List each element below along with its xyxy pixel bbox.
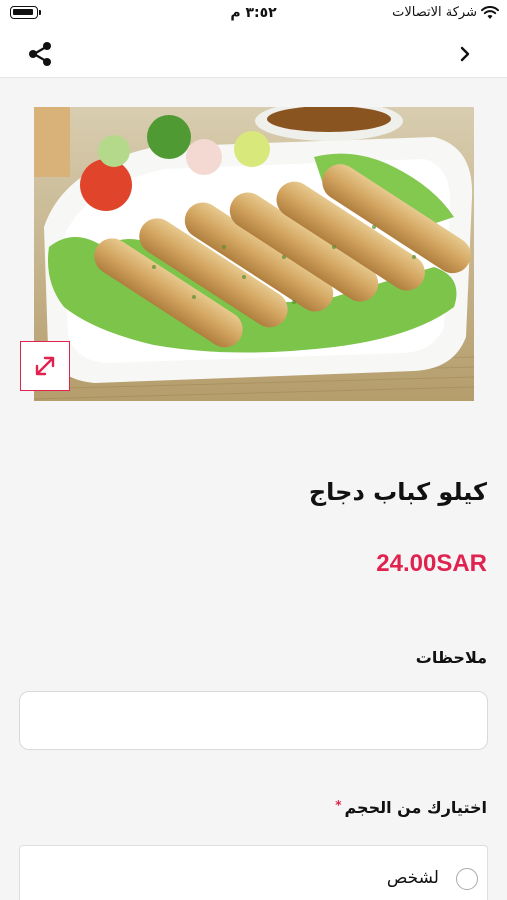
share-icon (29, 42, 51, 66)
carrier-info: شركة الاتصالات (392, 5, 499, 20)
status-bar: ٣:٥٢ م شركة الاتصالات (0, 0, 507, 28)
nav-bar (0, 28, 507, 78)
carrier-name: شركة الاتصالات (392, 5, 477, 20)
notes-input[interactable] (19, 691, 488, 750)
wifi-icon (481, 5, 499, 19)
kebab-platter-illustration (34, 107, 474, 401)
expand-icon (35, 356, 55, 376)
expand-image-button[interactable] (20, 341, 70, 391)
size-option-person[interactable]: لشخص (19, 845, 488, 900)
radio-button[interactable] (456, 868, 478, 890)
share-button[interactable] (26, 40, 54, 68)
required-marker: * (335, 798, 342, 812)
back-button[interactable] (455, 42, 475, 66)
product-image[interactable] (34, 107, 474, 401)
chevron-right-icon (460, 46, 470, 62)
product-title: كيلو كباب دجاج (308, 478, 487, 506)
product-price: 24.00SAR (376, 550, 487, 577)
size-label: اختيارك من الحجم* (335, 798, 487, 817)
size-option-label: لشخص (386, 868, 439, 888)
size-label-text: اختيارك من الحجم (344, 798, 487, 817)
notes-label: ملاحظات (415, 648, 487, 667)
